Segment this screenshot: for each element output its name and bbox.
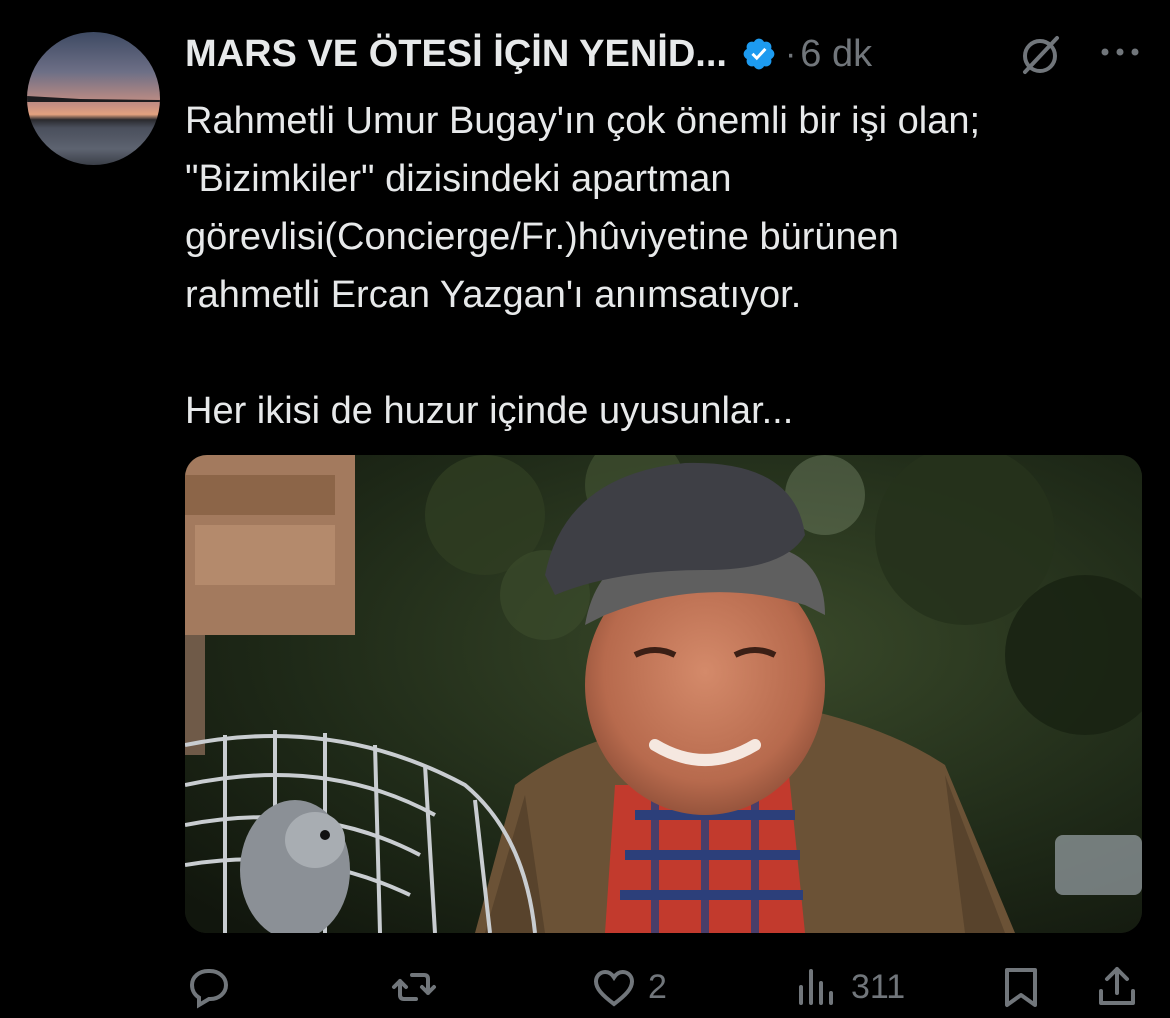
heart-icon [593, 969, 635, 1007]
post-text: Rahmetli Umur Bugay'ın çok önemli bir iş… [185, 100, 981, 432]
more-icon[interactable] [1097, 42, 1143, 62]
repost-button[interactable] [390, 960, 448, 1014]
post-time[interactable]: 6 dk [800, 33, 872, 76]
view-count: 311 [851, 967, 906, 1006]
share-icon [1099, 967, 1135, 1005]
avatar-shoreline [27, 96, 160, 102]
like-button[interactable]: 2 [590, 960, 667, 1014]
reply-button[interactable] [185, 960, 243, 1014]
grok-icon[interactable] [1017, 32, 1063, 78]
post-header: MARS VE ÖTESİ İÇİN YENİD... · 6 dk [185, 30, 1150, 78]
share-button[interactable] [1093, 960, 1141, 1014]
repost-icon [392, 973, 436, 1001]
author-avatar[interactable] [27, 32, 160, 165]
post-photo[interactable] [185, 455, 1142, 933]
time-separator: · [784, 34, 797, 73]
post-action-bar: 2 311 [185, 960, 1145, 1014]
photo-illustration [185, 455, 1142, 933]
reply-icon [189, 969, 229, 1009]
views-icon [799, 969, 833, 1005]
author-name[interactable]: MARS VE ÖTESİ İÇİN YENİD... [185, 33, 727, 76]
verified-badge-icon[interactable] [741, 36, 777, 72]
like-count: 2 [648, 967, 667, 1006]
bookmark-icon [1005, 968, 1037, 1007]
views-button[interactable]: 311 [793, 960, 905, 1014]
bookmark-button[interactable] [997, 960, 1045, 1014]
